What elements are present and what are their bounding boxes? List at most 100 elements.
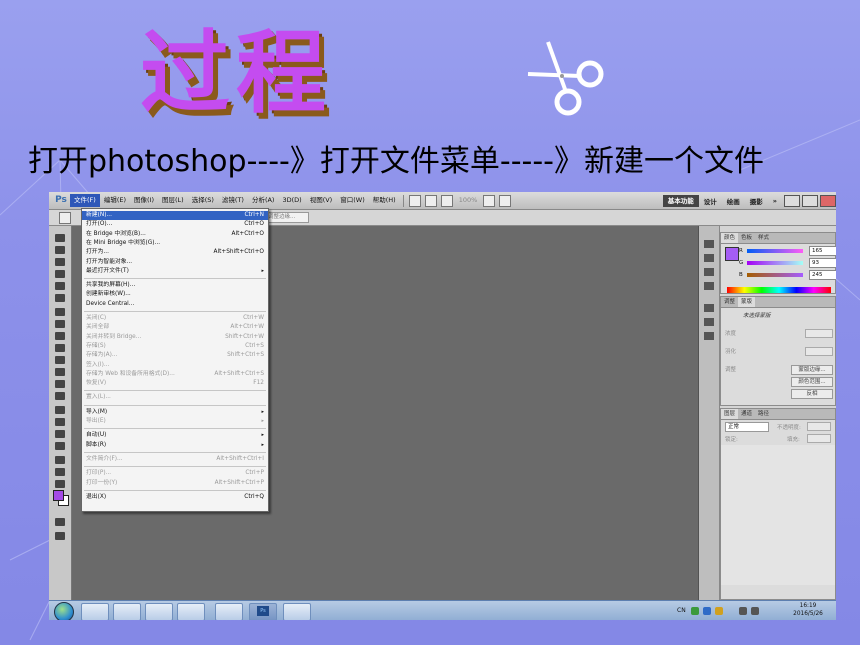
invert-button[interactable]: 反相 [791,389,833,399]
navigator-panel-icon[interactable] [704,268,714,276]
hand-tool-icon[interactable] [55,468,65,476]
blue-value-field[interactable]: 245 [809,270,836,280]
file-menu-item[interactable]: 在 Mini Bridge 中浏览(G)... [82,239,268,248]
menu-view[interactable]: 视图(V) [306,194,337,207]
tool-preset-icon[interactable] [59,212,71,224]
tab-masks[interactable]: 蒙版 [738,297,756,307]
file-menu-item[interactable]: 恢复(V) F12 [82,379,268,388]
file-menu-item[interactable]: 创建新审核(W)... [82,290,268,299]
layers-list[interactable] [721,445,835,585]
close-button[interactable] [820,194,836,207]
tab-adjustments[interactable]: 调整 [721,297,738,307]
file-menu-item[interactable]: 共享我的屏幕(H)... [82,281,268,290]
feather-field[interactable] [805,347,833,356]
file-menu-item[interactable]: 打开为智能对象... [82,258,268,267]
file-menu-item[interactable]: 关闭全部 Alt+Ctrl+W [82,323,268,332]
color-spectrum-bar[interactable] [727,287,831,293]
crop-tool-icon[interactable] [55,282,65,290]
foreground-color-swatch[interactable] [53,490,64,501]
workspace-painting[interactable]: 绘画 [722,196,745,206]
marquee-tool-icon[interactable] [55,246,65,254]
extras-button[interactable] [440,194,453,207]
tab-styles[interactable]: 样式 [755,233,772,243]
lasso-tool-icon[interactable] [55,258,65,266]
zoom-tool-icon[interactable] [55,480,65,488]
fill-field[interactable] [807,434,831,443]
menu-edit[interactable]: 编辑(E) [100,194,130,207]
bridge-button[interactable] [408,194,421,207]
tab-swatches[interactable]: 色板 [738,233,755,243]
file-menu-item[interactable]: 关闭(C) Ctrl+W [82,314,268,323]
brush-tool-icon[interactable] [55,320,65,328]
opacity-field[interactable] [807,422,831,431]
screen-mode-button[interactable] [499,194,512,207]
workspace-photography[interactable]: 摄影 [745,196,768,206]
actions-panel-icon[interactable] [704,254,714,262]
refine-edge-button[interactable]: 调整边缘... [265,212,309,223]
taskbar-media-player[interactable] [145,603,173,620]
path-select-tool-icon[interactable] [55,430,65,438]
history-brush-tool-icon[interactable] [55,344,65,352]
start-button[interactable] [54,602,74,620]
zoom-level[interactable]: 100% [455,194,482,207]
taskbar-powerpoint[interactable] [215,603,243,620]
taskbar-explorer[interactable] [113,603,141,620]
workspace-more[interactable]: » [768,197,782,205]
menu-analysis[interactable]: 分析(A) [248,194,279,207]
color-range-button[interactable]: 颜色范围... [791,377,833,387]
file-menu-item[interactable]: 最近打开文件(T) ▸ [82,267,268,276]
file-menu-item[interactable]: 存储为 Web 和设备所用格式(D)... Alt+Shift+Ctrl+S [82,370,268,379]
quick-mask-icon[interactable] [55,518,65,526]
pen-tool-icon[interactable] [55,406,65,414]
restore-button[interactable] [802,194,818,207]
stamp-tool-icon[interactable] [55,332,65,340]
gradient-tool-icon[interactable] [55,368,65,376]
healing-tool-icon[interactable] [55,308,65,316]
taskbar-photoshop[interactable]: Ps [249,603,277,620]
file-menu-item[interactable]: 在 Bridge 中浏览(B)... Alt+Ctrl+O [82,230,268,239]
menu-layer[interactable]: 图层(L) [158,194,188,207]
tab-channels[interactable]: 通道 [738,409,755,419]
file-menu-item[interactable]: 脚本(R) ▸ [82,441,268,450]
menu-filter[interactable]: 滤镜(T) [218,194,248,207]
tab-paths[interactable]: 路径 [755,409,772,419]
info-panel-icon[interactable] [704,282,714,290]
paragraph-panel-icon[interactable] [704,318,714,326]
menu-help[interactable]: 帮助(H) [369,194,400,207]
character-panel-icon[interactable] [704,304,714,312]
file-menu-item[interactable]: 导出(E) ▸ [82,417,268,426]
file-menu-item[interactable]: 置入(L)... [82,393,268,402]
workspace-essentials[interactable]: 基本功能 [662,194,699,207]
tray-icon-1[interactable] [691,607,699,615]
file-menu-item[interactable]: 退出(X) Ctrl+Q [82,493,268,502]
file-menu-item[interactable]: 导入(M) ▸ [82,408,268,417]
tray-clock[interactable]: 16:19 2016/5/26 [786,602,830,620]
menu-3d[interactable]: 3D(D) [278,194,305,207]
dodge-tool-icon[interactable] [55,392,65,400]
file-menu-item[interactable]: 存储为(A)... Shift+Ctrl+S [82,351,268,360]
menu-file[interactable]: 文件(F) [70,194,100,207]
file-menu-item[interactable]: 关闭并转到 Bridge... Shift+Ctrl+W [82,333,268,342]
tray-icon-2[interactable] [703,607,711,615]
menu-window[interactable]: 窗口(W) [336,194,369,207]
clone-source-panel-icon[interactable] [704,332,714,340]
tab-layers[interactable]: 图层 [721,409,739,419]
move-tool-icon[interactable] [55,234,65,242]
file-menu-item[interactable]: 打开为... Alt+Shift+Ctrl+O [82,248,268,257]
file-menu-item[interactable]: 打印一份(Y) Alt+Shift+Ctrl+P [82,479,268,488]
arrange-button[interactable] [483,194,496,207]
green-value-field[interactable]: 93 [809,258,836,268]
blur-tool-icon[interactable] [55,380,65,388]
eyedropper-tool-icon[interactable] [55,294,65,302]
green-slider[interactable] [747,261,803,265]
tray-icon-3[interactable] [715,607,723,615]
minimize-button[interactable] [784,194,800,207]
blue-slider[interactable] [747,273,803,277]
3d-rotate-tool-icon[interactable] [55,456,65,464]
red-value-field[interactable]: 165 [809,246,836,256]
eraser-tool-icon[interactable] [55,356,65,364]
file-menu-item[interactable]: 新建(N)... Ctrl+N [82,211,268,220]
taskbar-app-1[interactable] [81,603,109,620]
volume-icon[interactable] [751,607,759,615]
file-menu-item[interactable]: 自动(U) ▸ [82,431,268,440]
